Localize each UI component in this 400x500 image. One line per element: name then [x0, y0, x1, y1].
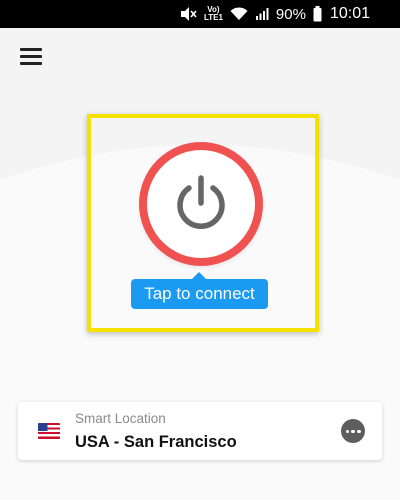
battery-icon	[313, 6, 322, 22]
more-options-icon[interactable]	[341, 419, 365, 443]
connect-power-button[interactable]	[139, 142, 263, 266]
battery-percentage: 90%	[275, 5, 306, 23]
status-time: 10:01	[329, 5, 370, 22]
location-type-label: Smart Location	[75, 411, 166, 426]
mute-icon	[179, 6, 197, 22]
status-bar: Vo) LTE1 90% 10:01	[0, 0, 400, 28]
smart-location-card[interactable]: Smart Location USA - San Francisco	[18, 402, 382, 460]
hamburger-menu-icon[interactable]	[20, 48, 42, 66]
signal-icon	[255, 7, 269, 21]
us-flag-icon	[38, 423, 60, 439]
power-icon	[177, 175, 225, 229]
tap-to-connect-button[interactable]: Tap to connect	[131, 272, 268, 309]
volte-bottom-label: LTE1	[203, 13, 223, 22]
volte-icon: Vo) LTE1	[204, 6, 223, 22]
location-name: USA - San Francisco	[75, 433, 237, 451]
wifi-icon	[230, 7, 248, 21]
